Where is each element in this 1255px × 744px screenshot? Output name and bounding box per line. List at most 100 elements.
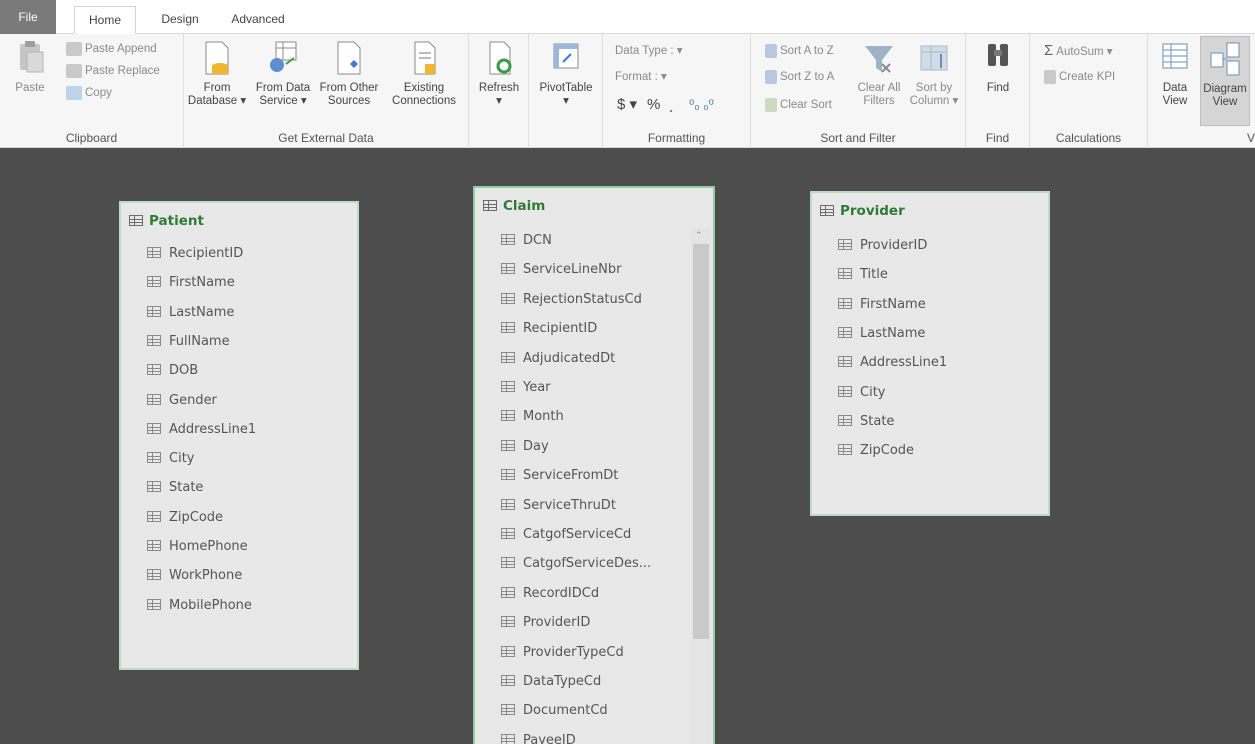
comma-button[interactable]: ͵ [669,96,674,114]
column-provider[interactable]: LastName [838,326,925,341]
percent-button[interactable]: % [647,96,660,114]
column-provider[interactable]: ProviderID [838,238,927,253]
from-data-service-button[interactable]: From Data Service ▾ [252,38,314,108]
find-button[interactable]: Find [972,38,1024,95]
column-icon [501,410,515,422]
paste-replace-icon [66,63,82,78]
column-claim[interactable]: DataTypeCd [501,674,601,689]
column-claim[interactable]: RecordIDCd [501,586,599,601]
column-claim[interactable]: RecipientID [501,321,597,336]
data-view-button[interactable]: Data View [1152,38,1198,108]
tab-design[interactable]: Design [150,6,210,32]
paste-replace-button[interactable]: Paste Replace [66,62,160,80]
column-name: RecipientID [523,321,598,337]
column-claim[interactable]: RejectionStatusCd [501,292,642,307]
column-patient[interactable]: FullName [147,334,230,349]
paste-button[interactable]: Paste [10,38,50,95]
sort-az-icon [765,43,777,58]
format-dropdown[interactable]: Format : ▾ [615,68,667,86]
column-claim[interactable]: Day [501,439,549,454]
column-claim[interactable]: ServiceThruDt [501,498,616,513]
column-patient[interactable]: State [147,480,203,495]
refresh-button[interactable]: Refresh ▾ [473,38,525,108]
from-other-sources-button[interactable]: From Other Sources [316,38,382,108]
clear-sort-button[interactable]: Clear Sort [765,96,832,114]
column-icon [501,498,515,510]
existing-connections-button[interactable]: Existing Connections [384,38,464,108]
table-title-claim[interactable]: Claim [483,198,545,214]
paste-append-button[interactable]: Paste Append [66,40,157,58]
kpi-icon [1044,69,1056,84]
currency-button[interactable]: $ ▾ [617,96,637,114]
column-claim[interactable]: ServiceFromDt [501,468,618,483]
column-name: City [169,451,195,467]
table-title-patient[interactable]: Patient [129,213,204,229]
copy-button[interactable]: Copy [66,84,112,102]
table-patient[interactable]: Patient RecipientID FirstName LastName Full… [119,201,359,670]
column-claim[interactable]: CatgofServiceCd [501,527,631,542]
sort-z-to-a-button[interactable]: Sort Z to A [765,68,834,86]
tab-advanced[interactable]: Advanced [222,6,294,32]
tab-file[interactable]: File [0,0,56,34]
create-kpi-button[interactable]: Create KPI [1044,68,1115,86]
scroll-up-icon[interactable]: ⌃ [695,230,703,241]
column-name: DocumentCd [523,703,608,719]
data-type-dropdown[interactable]: Data Type : ▾ [615,42,683,60]
table-provider[interactable]: Provider ProviderID Title FirstName LastNam… [810,191,1050,516]
column-claim[interactable]: ProviderTypeCd [501,645,624,660]
column-claim[interactable]: PayeeID [501,733,576,744]
column-patient[interactable]: HomePhone [147,539,248,554]
column-provider[interactable]: AddressLine1 [838,355,947,370]
claim-scrollbar[interactable]: ⌃ [691,228,711,744]
pivottable-button[interactable]: PivotTable ▾ [533,38,599,108]
decimal-buttons[interactable]: ⁰₀ ₀⁰ [689,96,714,114]
column-patient[interactable]: LastName [147,305,234,320]
table-claim[interactable]: Claim DCN ServiceLineNbr RejectionStatusCd… [473,186,715,744]
column-claim[interactable]: CatgofServiceDes... [501,556,651,571]
diagram-canvas[interactable]: Patient RecipientID FirstName LastName Full… [0,148,1255,744]
column-provider[interactable]: FirstName [838,297,926,312]
column-patient[interactable]: Gender [147,393,217,408]
table-icon [820,205,834,216]
column-patient[interactable]: City [147,451,194,466]
column-claim[interactable]: DCN [501,233,552,248]
claim-scroll-thumb[interactable] [693,244,709,639]
column-icon [838,414,852,426]
diagram-view-button[interactable]: Diagram View [1200,36,1250,126]
column-patient[interactable]: DOB [147,363,198,378]
table-title-provider[interactable]: Provider [820,203,905,219]
column-patient[interactable]: AddressLine1 [147,422,256,437]
column-claim[interactable]: DocumentCd [501,703,608,718]
column-claim[interactable]: ServiceLineNbr [501,262,621,277]
column-claim[interactable]: Month [501,409,564,424]
tab-home[interactable]: Home [74,6,136,34]
sort-a-to-z-button[interactable]: Sort A to Z [765,42,834,60]
column-provider[interactable]: Title [838,267,888,282]
column-icon [501,733,515,744]
column-name: Month [523,409,564,425]
column-patient[interactable]: RecipientID [147,246,243,261]
autosum-button[interactable]: Σ AutoSum ▾ [1044,42,1113,60]
column-patient[interactable]: ZipCode [147,510,223,525]
column-patient[interactable]: MobilePhone [147,598,252,613]
column-claim[interactable]: Year [501,380,551,395]
column-icon [501,381,515,392]
column-patient[interactable]: WorkPhone [147,568,242,583]
column-icon [501,322,515,334]
column-claim[interactable]: ProviderID [501,615,590,630]
column-provider[interactable]: ZipCode [838,443,914,458]
column-icon [147,334,161,346]
column-name: Year [523,380,551,395]
column-name: City [860,384,886,400]
sort-za-icon [765,69,777,84]
column-name: State [860,413,895,429]
column-claim[interactable]: AdjudicatedDt [501,351,615,366]
from-database-button[interactable]: From Database ▾ [184,38,250,108]
database-icon [200,38,234,78]
sort-by-column-button[interactable]: Sort by Column ▾ [905,38,963,108]
clear-all-filters-button[interactable]: Clear All Filters [851,38,907,108]
column-patient[interactable]: FirstName [147,275,235,290]
column-provider[interactable]: State [838,414,894,429]
column-icon [838,268,852,280]
column-provider[interactable]: City [838,385,885,400]
